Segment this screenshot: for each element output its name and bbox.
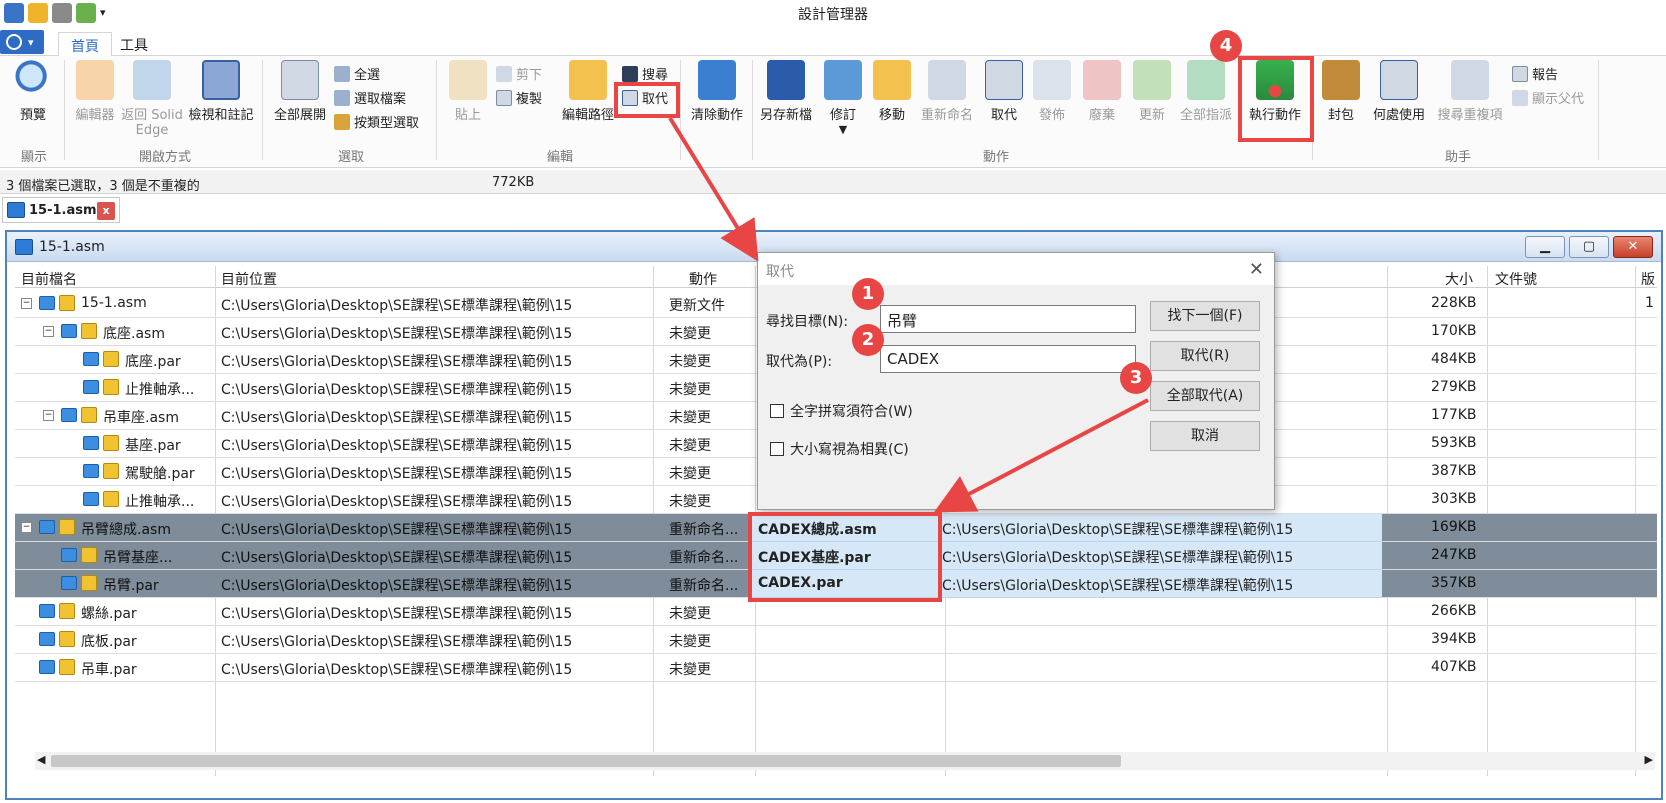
step-badge-1: 1 — [852, 278, 884, 310]
step-badge-3: 3 — [1120, 362, 1152, 394]
arrow-to-results — [933, 398, 1149, 513]
step-badge-2: 2 — [852, 324, 884, 356]
annotation-arrows — [668, 116, 1149, 513]
arrow-to-dialog — [668, 116, 759, 262]
step-badge-4: 4 — [1210, 30, 1242, 62]
